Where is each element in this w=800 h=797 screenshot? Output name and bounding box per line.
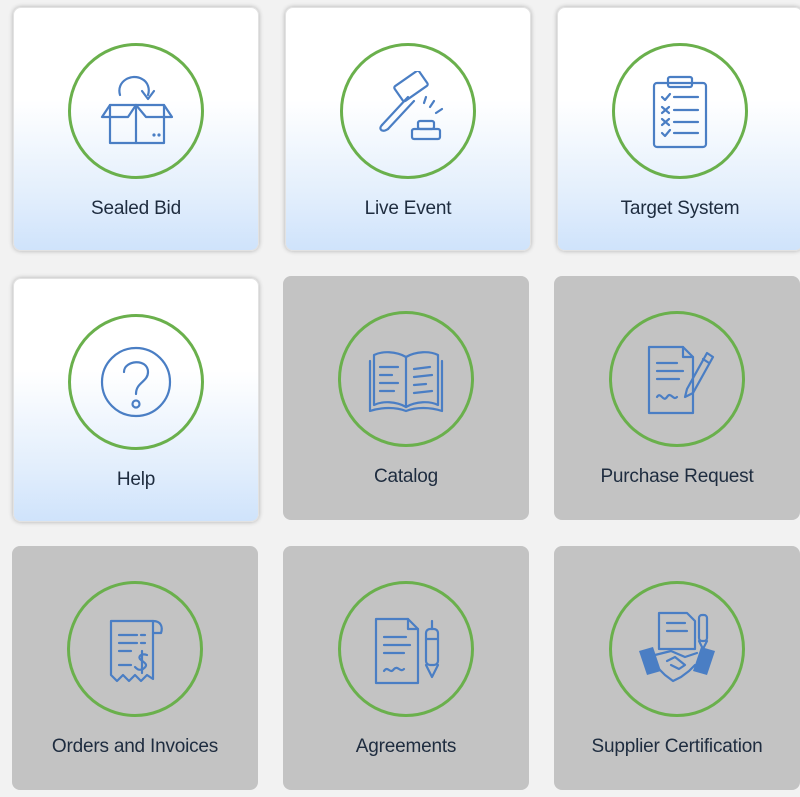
gavel-icon <box>379 71 444 141</box>
tile-label: Supplier Certification <box>591 736 763 757</box>
tile-orders-and-invoices[interactable]: Orders and Invoices <box>12 546 258 790</box>
tile-supplier-certification[interactable]: Supplier Certification <box>554 546 800 790</box>
clipboard-checklist-icon <box>652 75 708 149</box>
question-mark-icon <box>100 346 172 418</box>
tile-purchase-request[interactable]: Purchase Request <box>554 276 800 520</box>
icon-ring <box>609 581 745 717</box>
icon-ring <box>612 43 748 179</box>
tile-live-event[interactable]: Live Event <box>285 7 531 251</box>
receipt-dollar-icon <box>109 619 163 683</box>
icon-ring <box>68 43 204 179</box>
tile-label: Sealed Bid <box>91 198 181 219</box>
icon-ring <box>609 311 745 447</box>
icon-ring <box>67 581 203 717</box>
tile-help[interactable]: Help <box>13 278 259 522</box>
handshake-icon <box>639 611 715 683</box>
tile-label: Help <box>116 469 156 490</box>
tile-target-system[interactable]: Target System <box>557 7 800 251</box>
icon-ring <box>340 43 476 179</box>
tile-label: Live Event <box>364 198 452 219</box>
icon-ring <box>68 314 204 450</box>
tile-label: Target System <box>620 198 740 219</box>
tile-label: Orders and Invoices <box>51 736 219 757</box>
module-tile-grid: Sealed Bid Live Event Target System Help… <box>0 0 800 797</box>
document-pen-icon <box>647 345 715 415</box>
contract-pen-icon <box>374 617 440 685</box>
tile-label: Catalog <box>373 466 439 487</box>
box-arrow-icon <box>100 75 174 145</box>
tile-catalog[interactable]: Catalog <box>283 276 529 520</box>
open-book-icon <box>368 351 444 413</box>
tile-sealed-bid[interactable]: Sealed Bid <box>13 7 259 251</box>
icon-ring <box>338 581 474 717</box>
tile-label: Purchase Request <box>600 466 754 487</box>
icon-ring <box>338 311 474 447</box>
tile-agreements[interactable]: Agreements <box>283 546 529 790</box>
tile-label: Agreements <box>355 736 457 757</box>
